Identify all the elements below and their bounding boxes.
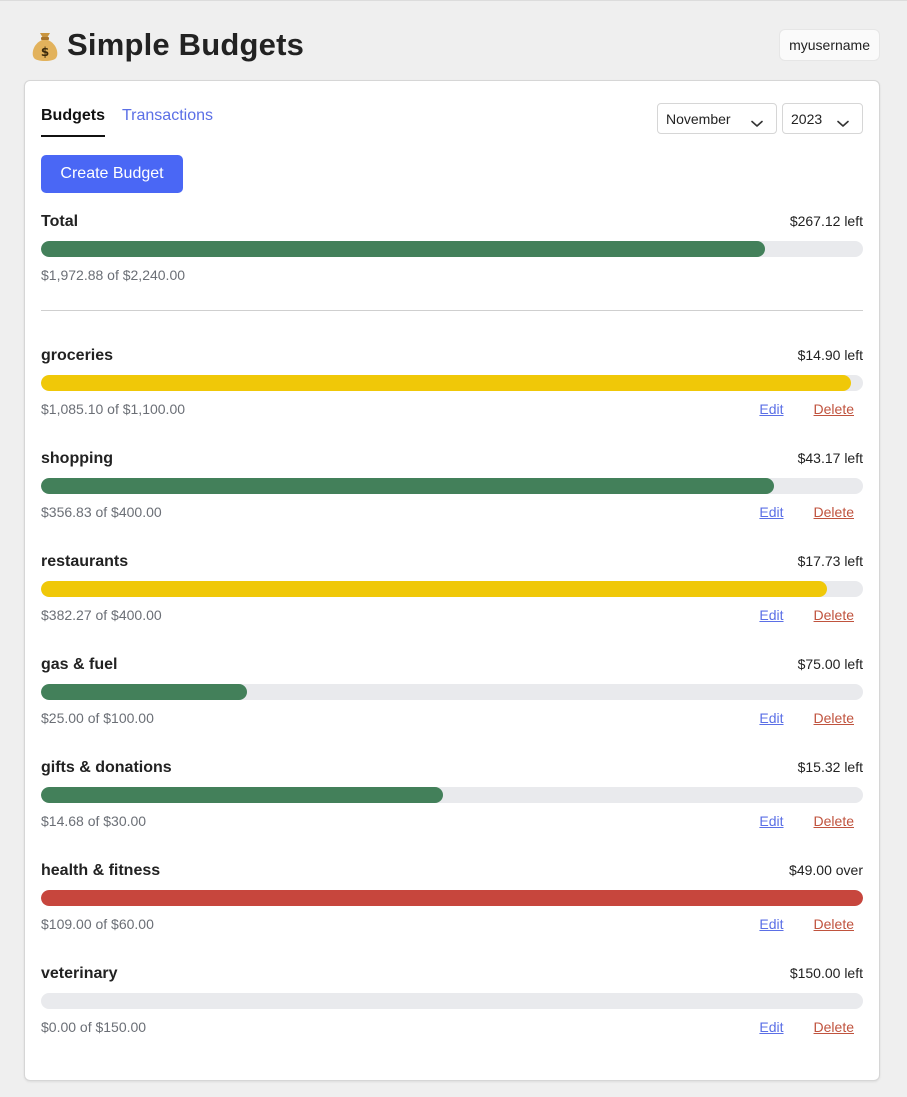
edit-link[interactable]: Edit: [759, 607, 783, 623]
month-select[interactable]: November: [657, 103, 777, 134]
total-progress-bar: [41, 241, 863, 257]
year-value: 2023: [791, 110, 823, 127]
delete-link[interactable]: Delete: [814, 813, 854, 829]
budget-progress-fill: [41, 890, 863, 906]
chevron-down-icon: [837, 115, 849, 127]
edit-link[interactable]: Edit: [759, 710, 783, 726]
budget-name: restaurants: [41, 553, 129, 570]
budget-progress-fill: [41, 478, 775, 494]
budget-row: gas & fuel $75.00 left $25.00 of $100.00…: [41, 656, 863, 726]
budget-row: groceries $14.90 left $1,085.10 of $1,10…: [41, 347, 863, 417]
total-label: Total: [41, 213, 79, 230]
budget-spent: $14.68 of $30.00: [41, 813, 147, 829]
budget-spent: $356.83 of $400.00: [41, 504, 162, 520]
budget-progress-fill: [41, 684, 247, 700]
budget-name: health & fitness: [41, 862, 161, 879]
budget-progress-bar: [41, 375, 863, 391]
edit-link[interactable]: Edit: [759, 916, 783, 932]
tab-transactions[interactable]: Transactions: [122, 107, 213, 137]
budget-name: groceries: [41, 347, 114, 364]
divider: [41, 310, 863, 311]
budget-progress-fill: [41, 375, 852, 391]
budget-name: shopping: [41, 450, 113, 467]
budget-spent: $0.00 of $150.00: [41, 1019, 147, 1035]
year-select[interactable]: 2023: [782, 103, 863, 134]
brand: $ Simple Budgets: [29, 27, 304, 63]
budget-spent: $382.27 of $400.00: [41, 607, 162, 623]
budget-remaining: $17.73 left: [797, 553, 863, 569]
budget-remaining: $49.00 over: [789, 862, 863, 878]
budget-progress-bar: [41, 890, 863, 906]
tab-budgets[interactable]: Budgets: [41, 107, 105, 137]
tab-bar: Budgets Transactions: [41, 107, 213, 137]
budget-remaining: $15.32 left: [797, 759, 863, 775]
budget-progress-bar: [41, 787, 863, 803]
budget-row: veterinary $150.00 left $0.00 of $150.00…: [41, 965, 863, 1035]
budget-remaining: $75.00 left: [797, 656, 863, 672]
budget-remaining: $43.17 left: [797, 450, 863, 466]
delete-link[interactable]: Delete: [814, 607, 854, 623]
total-remaining: $267.12 left: [789, 213, 863, 229]
delete-link[interactable]: Delete: [814, 710, 854, 726]
budget-row: gifts & donations $15.32 left $14.68 of …: [41, 759, 863, 829]
budget-row: restaurants $17.73 left $382.27 of $400.…: [41, 553, 863, 623]
app-title: Simple Budgets: [67, 27, 305, 62]
budget-name: veterinary: [41, 965, 118, 982]
budget-progress-bar: [41, 993, 863, 1009]
svg-text:$: $: [41, 45, 49, 59]
delete-link[interactable]: Delete: [814, 916, 854, 932]
budget-progress-fill: [41, 581, 827, 597]
budget-name: gas & fuel: [41, 656, 118, 673]
delete-link[interactable]: Delete: [814, 401, 854, 417]
chevron-down-icon: [751, 115, 763, 127]
budget-progress-fill: [41, 787, 443, 803]
budget-row: health & fitness $49.00 over $109.00 of …: [41, 862, 863, 932]
budget-progress-bar: [41, 684, 863, 700]
budget-remaining: $150.00 left: [789, 965, 863, 981]
delete-link[interactable]: Delete: [814, 1019, 854, 1035]
total-progress-fill: [41, 241, 766, 257]
total-summary: Total $267.12 left $1,972.88 of $2,240.0…: [41, 213, 863, 283]
period-selects: November 2023: [657, 103, 863, 134]
budgets-card: Budgets Transactions November 2023 Creat…: [24, 80, 880, 1081]
edit-link[interactable]: Edit: [759, 1019, 783, 1035]
budget-progress-bar: [41, 478, 863, 494]
month-value: November: [666, 110, 731, 127]
total-spent: $1,972.88 of $2,240.00: [41, 267, 186, 283]
create-budget-button[interactable]: Create Budget: [41, 155, 183, 193]
app-header: $ Simple Budgets myusername: [29, 25, 880, 65]
edit-link[interactable]: Edit: [759, 401, 783, 417]
budget-spent: $25.00 of $100.00: [41, 710, 154, 726]
budget-progress-bar: [41, 581, 863, 597]
budget-remaining: $14.90 left: [797, 347, 863, 363]
edit-link[interactable]: Edit: [759, 504, 783, 520]
budget-spent: $109.00 of $60.00: [41, 916, 154, 932]
user-menu[interactable]: myusername: [779, 29, 880, 61]
money-bag-icon: $: [29, 27, 61, 63]
budget-name: gifts & donations: [41, 759, 172, 776]
delete-link[interactable]: Delete: [814, 504, 854, 520]
budget-row: shopping $43.17 left $356.83 of $400.00 …: [41, 450, 863, 520]
budget-spent: $1,085.10 of $1,100.00: [41, 401, 186, 417]
edit-link[interactable]: Edit: [759, 813, 783, 829]
